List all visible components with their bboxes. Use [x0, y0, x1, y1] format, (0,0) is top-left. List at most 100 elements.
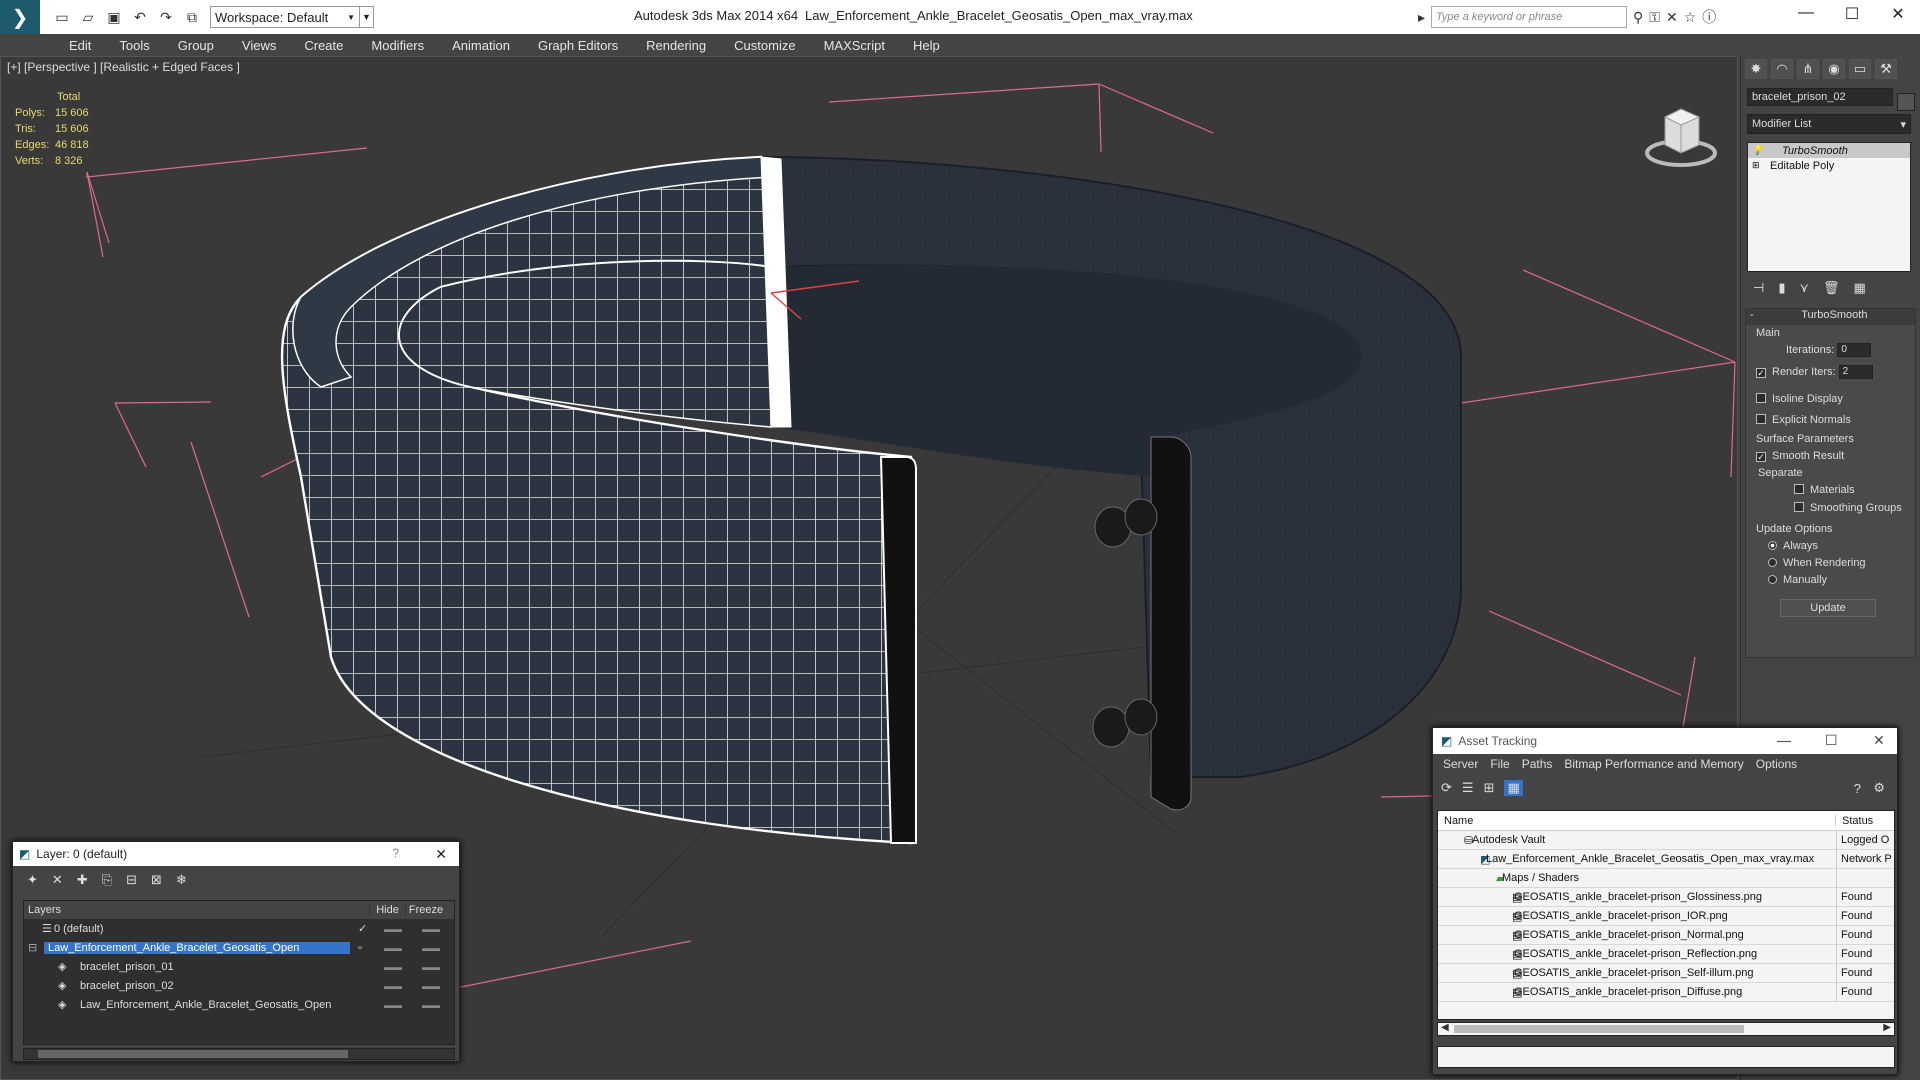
open-file-icon[interactable]: ▱: [80, 9, 96, 26]
utilities-tab-icon[interactable]: ⚒: [1875, 59, 1897, 79]
show-end-result-icon[interactable]: ▮: [1778, 280, 1785, 296]
add-to-layer-icon[interactable]: ✚: [77, 872, 88, 888]
freeze-toggle[interactable]: ▬▬: [422, 962, 440, 972]
search-input[interactable]: Type a keyword or phrase: [1431, 6, 1628, 28]
select-layer-objects-icon[interactable]: ⎘: [102, 872, 112, 888]
menu-create[interactable]: Create: [290, 38, 357, 53]
binoculars-icon[interactable]: ⚲: [1633, 9, 1643, 26]
always-radio[interactable]: [1768, 541, 1777, 550]
help-icon[interactable]: ?: [1854, 781, 1861, 796]
scroll-left-icon[interactable]: ◀: [1441, 1022, 1449, 1033]
asset-row[interactable]: ▤ GEOSATIS_ankle_bracelet-prison_Glossine…: [1438, 887, 1894, 907]
asset-menu-file[interactable]: File: [1484, 757, 1515, 771]
hide-toggle[interactable]: ▬▬: [384, 981, 402, 991]
help-icon[interactable]: ⓘ: [1702, 7, 1716, 27]
pin-stack-icon[interactable]: ⊣: [1753, 280, 1764, 296]
asset-menu-bitmap[interactable]: Bitmap Performance and Memory: [1558, 757, 1749, 771]
exchange-icon[interactable]: ✕: [1666, 9, 1678, 26]
asset-row[interactable]: ▤ GEOSATIS_ankle_bracelet-prison_Normal.p…: [1438, 925, 1894, 945]
materials-checkbox[interactable]: [1794, 484, 1804, 494]
workspace-dropdown[interactable]: Workspace: Default ▼: [210, 6, 360, 28]
table-view-icon[interactable]: ▦: [1504, 780, 1523, 796]
tree-view-icon[interactable]: ⊞: [1484, 780, 1495, 796]
layer-box-icon[interactable]: ▫: [358, 942, 362, 954]
layer-window-titlebar[interactable]: ◩ Layer: 0 (default) ? ✕: [13, 842, 459, 866]
horizontal-scrollbar[interactable]: [23, 1048, 455, 1060]
stack-item-editable-poly[interactable]: ⊞ Editable Poly: [1748, 158, 1910, 173]
maximize-icon[interactable]: ☐: [1832, 4, 1872, 24]
freeze-all-layers-icon[interactable]: ❄: [176, 872, 187, 888]
iterations-spinner[interactable]: 0: [1837, 343, 1872, 357]
horizontal-scrollbar[interactable]: ◀ ▶: [1437, 1022, 1895, 1036]
modify-tab-icon[interactable]: ◠: [1771, 59, 1793, 79]
refresh-icon[interactable]: ⟳: [1441, 780, 1452, 796]
menu-help[interactable]: Help: [899, 38, 954, 53]
asset-row[interactable]: ◩ Law_Enforcement_Ankle_Bracelet_Geosatis…: [1438, 849, 1894, 869]
modifier-list-dropdown[interactable]: Modifier List ▾: [1747, 114, 1911, 134]
render-iters-checkbox[interactable]: ✓: [1756, 367, 1766, 378]
col-freeze[interactable]: Freeze: [406, 904, 446, 916]
current-layer-check-icon[interactable]: ✓: [358, 922, 367, 935]
asset-menu-server[interactable]: Server: [1437, 757, 1484, 771]
layer-row-object[interactable]: ◈ bracelet_prison_01 ▬▬ ▬▬: [24, 957, 454, 976]
asset-path-field[interactable]: [1437, 1046, 1895, 1068]
make-unique-icon[interactable]: ⋎: [1799, 280, 1809, 296]
menu-animation[interactable]: Animation: [438, 38, 524, 53]
col-name[interactable]: Name: [1438, 814, 1836, 827]
undo-icon[interactable]: ↶: [132, 9, 148, 26]
help-icon[interactable]: ?: [392, 846, 399, 860]
remove-modifier-icon[interactable]: 🗑: [1823, 280, 1840, 296]
always-row[interactable]: Always: [1768, 540, 1818, 552]
isoline-row[interactable]: Isoline Display: [1756, 393, 1843, 405]
favorites-star-icon[interactable]: ☆: [1684, 9, 1697, 26]
close-icon[interactable]: ✕: [435, 846, 447, 863]
expand-arrow-icon[interactable]: ▸: [1418, 9, 1425, 26]
new-file-icon[interactable]: ▭: [54, 9, 70, 26]
asset-row[interactable]: ▤ GEOSATIS_ankle_bracelet-prison_Self-ill…: [1438, 963, 1894, 983]
menu-modifiers[interactable]: Modifiers: [357, 38, 438, 53]
object-name-field[interactable]: bracelet_prison_02: [1747, 88, 1893, 106]
asset-row[interactable]: ▤ GEOSATIS_ankle_bracelet-prison_IOR.png F…: [1438, 906, 1894, 926]
col-hide[interactable]: Hide: [370, 904, 406, 916]
scroll-right-icon[interactable]: ▶: [1883, 1022, 1891, 1033]
menu-tools[interactable]: Tools: [105, 38, 163, 53]
col-status[interactable]: Status: [1836, 815, 1873, 827]
asset-menu-options[interactable]: Options: [1750, 757, 1803, 771]
scrollbar-thumb[interactable]: [1454, 1025, 1744, 1033]
update-button[interactable]: Update: [1780, 599, 1876, 617]
hide-all-layers-icon[interactable]: ⊠: [151, 872, 162, 888]
delete-layer-icon[interactable]: ✕: [52, 872, 63, 888]
app-logo-icon[interactable]: ❯: [0, 0, 40, 34]
hide-toggle[interactable]: ▬▬: [384, 943, 402, 953]
configure-sets-icon[interactable]: ▦: [1854, 280, 1866, 296]
asset-row[interactable]: ▤ GEOSATIS_ankle_bracelet-prison_Diffuse.…: [1438, 982, 1894, 1002]
menu-edit[interactable]: Edit: [55, 38, 105, 53]
layer-row-default[interactable]: ☰ 0 (default) ✓ ▬▬ ▬▬: [24, 919, 454, 938]
hide-toggle[interactable]: ▬▬: [384, 962, 402, 972]
layer-row-bracelet-group[interactable]: ⊟ Law_Enforcement_Ankle_Bracelet_Geosati…: [24, 938, 454, 957]
menu-maxscript[interactable]: MAXScript: [810, 38, 899, 53]
minimize-icon[interactable]: —: [1777, 732, 1791, 748]
asset-menu-paths[interactable]: Paths: [1516, 757, 1559, 771]
hide-toggle[interactable]: ▬▬: [384, 924, 402, 934]
maximize-icon[interactable]: ☐: [1825, 732, 1838, 749]
smoothing-groups-row[interactable]: Smoothing Groups: [1794, 502, 1902, 514]
asset-window-titlebar[interactable]: ◩ Asset Tracking — ☐ ✕: [1433, 728, 1897, 754]
explicit-normals-checkbox[interactable]: [1756, 414, 1766, 424]
project-folder-icon[interactable]: ⧉: [184, 9, 200, 26]
list-view-icon[interactable]: ☰: [1462, 780, 1474, 796]
communication-icon[interactable]: ⚿: [1649, 9, 1660, 26]
manually-radio[interactable]: [1768, 575, 1777, 584]
render-iters-spinner[interactable]: 2: [1838, 365, 1873, 379]
hierarchy-tab-icon[interactable]: ⋔: [1797, 59, 1819, 79]
save-file-icon[interactable]: ▣: [106, 9, 122, 26]
display-tab-icon[interactable]: ▭: [1849, 59, 1871, 79]
settings-icon[interactable]: ⚙: [1873, 780, 1885, 796]
redo-icon[interactable]: ↷: [158, 9, 174, 26]
asset-row[interactable]: ⛁ Autodesk Vault Logged O: [1438, 830, 1894, 850]
asset-row[interactable]: ▰ Maps / Shaders: [1438, 868, 1894, 888]
viewcube-icon[interactable]: [1641, 87, 1721, 177]
asset-row[interactable]: ▤ GEOSATIS_ankle_bracelet-prison_Reflecti…: [1438, 944, 1894, 964]
stack-item-turbosmooth[interactable]: 💡 TurboSmooth: [1748, 143, 1910, 158]
when-rendering-row[interactable]: When Rendering: [1768, 557, 1866, 569]
